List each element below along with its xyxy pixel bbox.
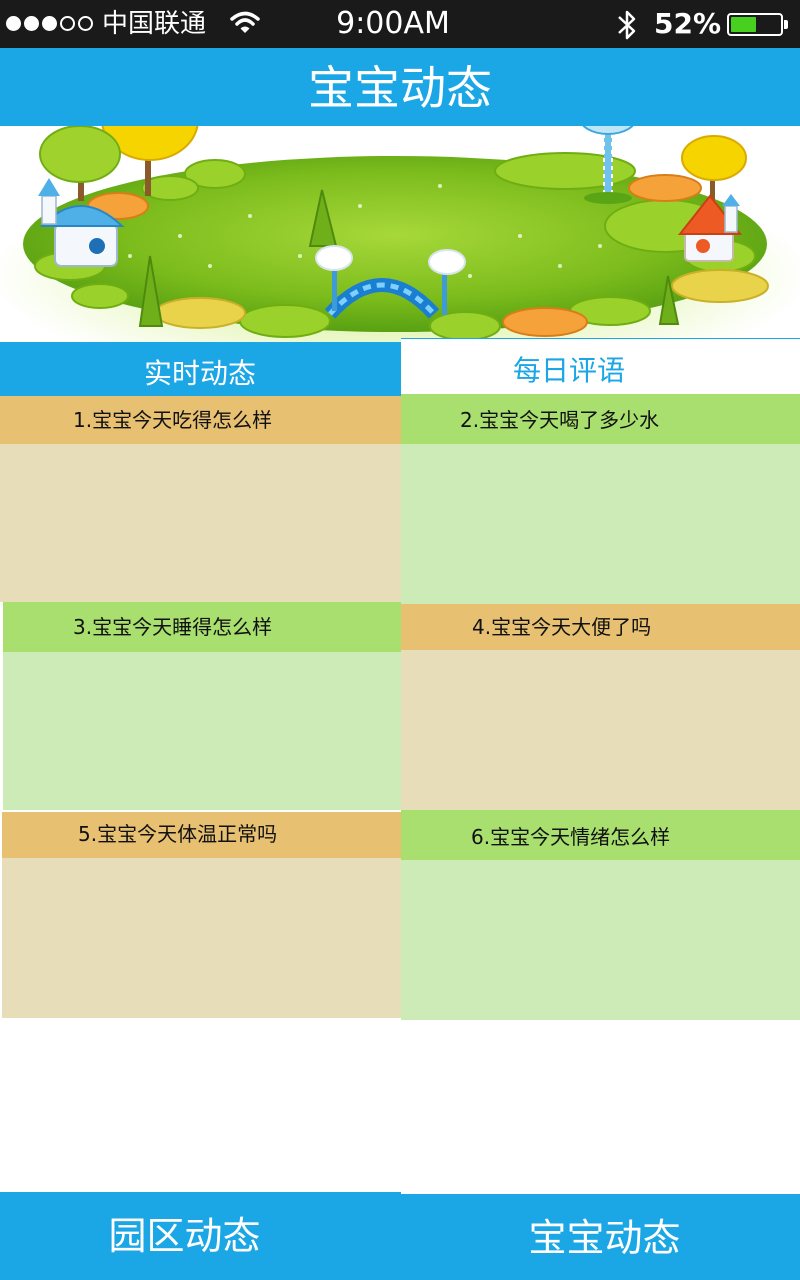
card-temperature[interactable]: 5.宝宝今天体温正常吗 xyxy=(2,812,401,1018)
tab-daily-comments[interactable]: 每日评语 xyxy=(401,338,800,394)
card-eating[interactable]: 1.宝宝今天吃得怎么样 xyxy=(0,396,401,602)
card-water-title: 2.宝宝今天喝了多少水 xyxy=(460,408,660,432)
nav-bar: 宝宝动态 xyxy=(0,48,800,126)
card-eating-body xyxy=(0,444,401,602)
card-temperature-body xyxy=(2,858,401,1018)
park-banner-image xyxy=(0,126,800,346)
card-eating-title: 1.宝宝今天吃得怎么样 xyxy=(73,408,273,432)
card-temperature-title: 5.宝宝今天体温正常吗 xyxy=(78,822,278,846)
card-bowel-title: 4.宝宝今天大便了吗 xyxy=(472,615,652,639)
card-mood-body xyxy=(401,860,800,1020)
status-bar: 中国联通 9:00AM 52% xyxy=(0,0,800,48)
tab-realtime-label: 实时动态 xyxy=(143,357,256,390)
battery-icon xyxy=(727,13,783,36)
card-water[interactable]: 2.宝宝今天喝了多少水 xyxy=(401,394,800,604)
card-mood-title: 6.宝宝今天情绪怎么样 xyxy=(471,825,671,849)
card-mood-header: 6.宝宝今天情绪怎么样 xyxy=(401,810,800,860)
page-title: 宝宝动态 xyxy=(308,61,492,115)
card-mood[interactable]: 6.宝宝今天情绪怎么样 xyxy=(401,810,800,1020)
bottom-nav-baby-news-label: 宝宝动态 xyxy=(528,1216,681,1260)
park-landscape-illustration xyxy=(0,126,800,346)
bottom-nav-baby-news[interactable]: 宝宝动态 xyxy=(401,1194,800,1280)
battery-tip xyxy=(784,20,788,29)
card-bowel[interactable]: 4.宝宝今天大便了吗 xyxy=(401,604,800,810)
card-bowel-body xyxy=(401,650,800,810)
bottom-nav-campus-news[interactable]: 园区动态 xyxy=(0,1192,401,1280)
bluetooth-icon xyxy=(616,8,638,46)
card-bowel-header: 4.宝宝今天大便了吗 xyxy=(401,604,800,650)
card-water-body xyxy=(401,444,800,604)
card-sleep-title: 3.宝宝今天睡得怎么样 xyxy=(73,615,273,639)
card-sleep-header: 3.宝宝今天睡得怎么样 xyxy=(3,602,401,652)
battery-percent: 52% xyxy=(654,7,722,40)
tab-realtime[interactable]: 实时动态 xyxy=(0,342,401,396)
tab-daily-comments-label: 每日评语 xyxy=(512,354,625,387)
card-temperature-header: 5.宝宝今天体温正常吗 xyxy=(2,812,401,858)
card-sleep-body xyxy=(3,652,401,810)
card-water-header: 2.宝宝今天喝了多少水 xyxy=(401,394,800,444)
card-eating-header: 1.宝宝今天吃得怎么样 xyxy=(0,396,401,444)
bottom-nav-campus-news-label: 园区动态 xyxy=(108,1214,261,1258)
card-sleep[interactable]: 3.宝宝今天睡得怎么样 xyxy=(3,602,401,810)
